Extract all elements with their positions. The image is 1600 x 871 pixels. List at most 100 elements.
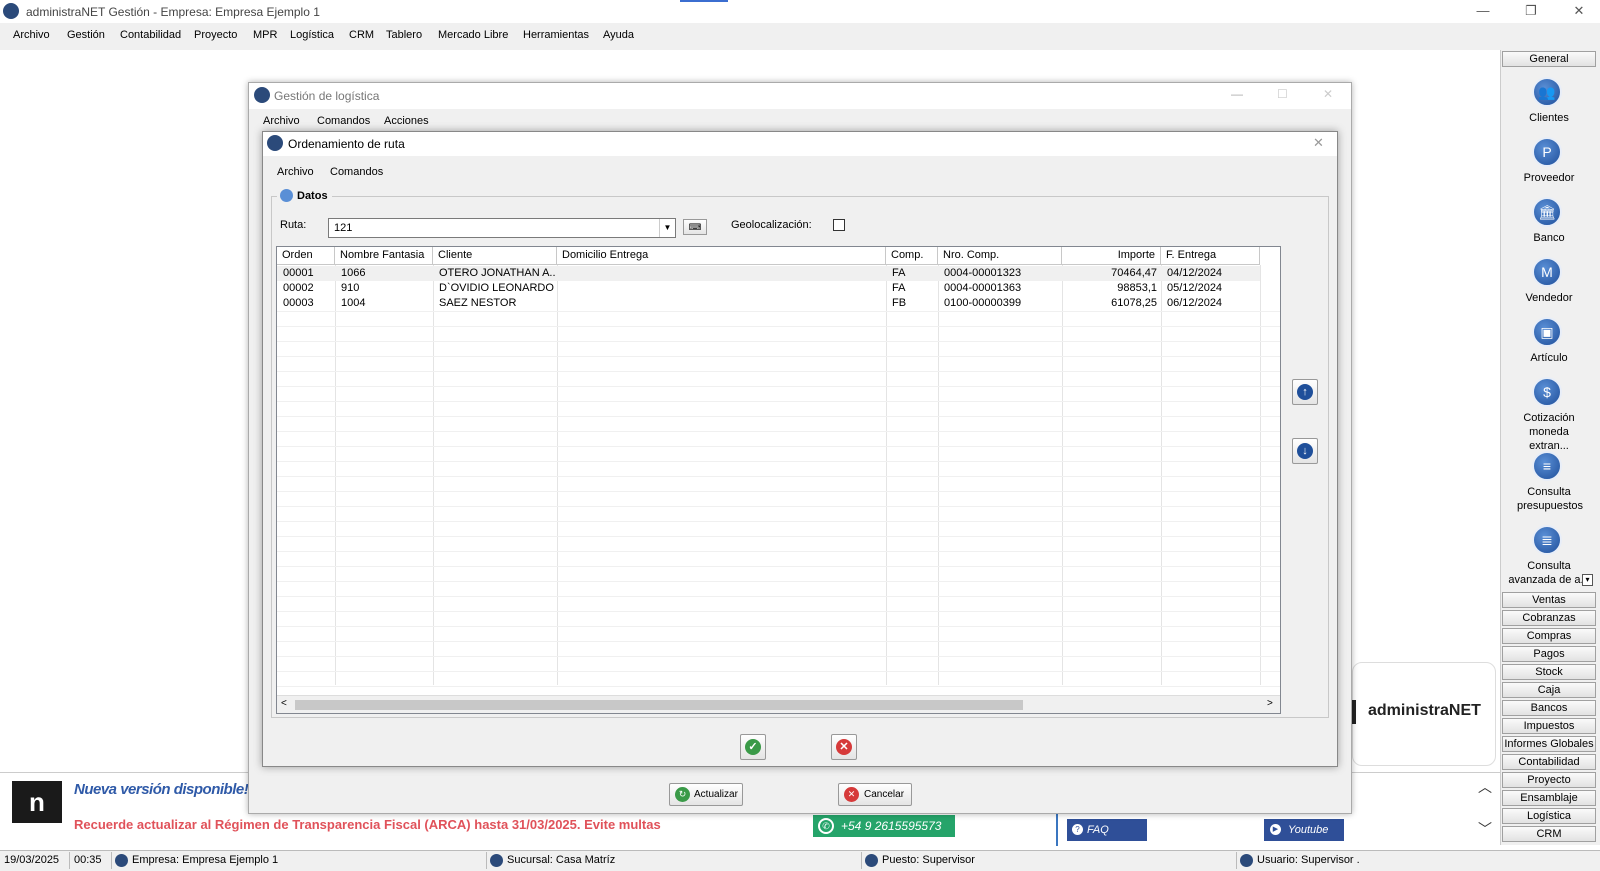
menu-tablero[interactable]: Tablero [386, 29, 422, 41]
sidebar-section-pagos[interactable]: Pagos [1502, 646, 1596, 662]
col-header-cliente[interactable]: Cliente [433, 247, 557, 265]
dialog-title-bar: Ordenamiento de ruta ✕ [263, 132, 1337, 156]
col-header-nro-comp[interactable]: Nro. Comp. [938, 247, 1062, 265]
menu-gestion[interactable]: Gestión [67, 29, 105, 41]
sidebar-section-logistica[interactable]: Logística [1502, 808, 1596, 824]
menu-logistica[interactable]: Logística [290, 29, 334, 41]
sidebar-item-banco[interactable]: Banco [1503, 231, 1595, 245]
sidebar-scroll-down-icon[interactable]: ▾ [1582, 574, 1593, 586]
cell-nro-comp: 0004-00001323 [944, 267, 1022, 279]
dialog-menu-archivo[interactable]: Archivo [277, 166, 314, 178]
row-gridline [277, 641, 1280, 642]
move-down-button[interactable]: ↓ [1292, 438, 1318, 464]
logistics-menu-acciones[interactable]: Acciones [384, 115, 429, 127]
scroll-left-icon[interactable]: < [281, 698, 287, 709]
menu-archivo[interactable]: Archivo [13, 29, 50, 41]
logistics-menu-comandos[interactable]: Comandos [317, 115, 370, 127]
sidebar-item-clientes[interactable]: Clientes [1503, 111, 1595, 125]
logistics-menu-archivo[interactable]: Archivo [263, 115, 300, 127]
chevron-down-icon[interactable]: ▼ [659, 219, 675, 237]
geolocation-checkbox[interactable] [833, 219, 845, 231]
main-menu-bar: Archivo Gestión Contabilidad Proyecto MP… [0, 23, 1600, 50]
status-empresa-label: Empresa: Empresa Ejemplo 1 [132, 854, 279, 866]
keyboard-icon[interactable]: ⌨ [683, 219, 707, 235]
logistics-title-bar: Gestión de logística — ☐ ✕ [249, 83, 1351, 109]
sidebar-section-informes-globales[interactable]: Informes Globales [1502, 736, 1596, 752]
menu-crm[interactable]: CRM [349, 29, 374, 41]
app-title-bar: administraNET Gestión - Empresa: Empresa… [0, 0, 1600, 23]
sidebar-section-crm[interactable]: CRM [1502, 826, 1596, 842]
row-gridline [277, 476, 1280, 477]
ruta-value: 121 [334, 222, 353, 234]
sidebar-section-contabilidad[interactable]: Contabilidad [1502, 754, 1596, 770]
sidebar-section-caja[interactable]: Caja [1502, 682, 1596, 698]
dialog-close-icon[interactable]: ✕ [1313, 135, 1324, 151]
seller-icon[interactable]: M [1532, 257, 1562, 287]
minimize-icon[interactable]: — [1468, 2, 1498, 20]
sidebar-item-consulta-presupuestos[interactable]: Consulta presupuestos [1503, 485, 1595, 513]
cell-importe: 98853,1 [1117, 282, 1157, 294]
sidebar-section-bancos[interactable]: Bancos [1502, 700, 1596, 716]
sidebar-header-general[interactable]: General [1502, 51, 1596, 67]
col-header-f-entrega[interactable]: F. Entrega [1161, 247, 1260, 265]
col-header-domicilio[interactable]: Domicilio Entrega [557, 247, 886, 265]
col-header-orden[interactable]: Orden [277, 247, 335, 265]
company-icon [115, 854, 128, 867]
news-message[interactable]: Recuerde actualizar al Régimen de Transp… [74, 817, 661, 832]
sidebar-item-proveedor[interactable]: Proveedor [1503, 171, 1595, 185]
document-icon[interactable]: ≡ [1532, 451, 1562, 481]
faq-button[interactable]: ? FAQ [1067, 819, 1147, 841]
bank-icon[interactable]: 🏛 [1532, 197, 1562, 227]
menu-proyecto[interactable]: Proyecto [194, 29, 237, 41]
logistics-close-icon[interactable]: ✕ [1323, 87, 1333, 101]
menu-herramientas[interactable]: Herramientas [523, 29, 589, 41]
news-headline[interactable]: Nueva versión disponible! [74, 781, 249, 798]
document-search-icon[interactable]: ≣ [1532, 525, 1562, 555]
cancel-logistics-button[interactable]: ✕ Cancelar [838, 783, 912, 806]
close-icon[interactable]: ✕ [1564, 2, 1594, 20]
col-header-importe[interactable]: Importe [1062, 247, 1161, 265]
sidebar-section-stock[interactable]: Stock [1502, 664, 1596, 680]
youtube-button[interactable]: ▶ Youtube [1264, 819, 1344, 841]
update-button[interactable]: ↻ Actualizar [669, 783, 743, 806]
scrollbar-thumb[interactable] [295, 700, 1023, 710]
sidebar-section-ensamblaje[interactable]: Ensamblaje [1502, 790, 1596, 806]
col-header-comp[interactable]: Comp. [886, 247, 938, 265]
cell-importe: 70464,47 [1111, 267, 1157, 279]
ruta-combobox[interactable]: 121 ▼ [328, 218, 676, 238]
sidebar-section-ventas[interactable]: Ventas [1502, 592, 1596, 608]
sidebar-item-cotizacion[interactable]: Cotización moneda extran... [1503, 411, 1595, 452]
sidebar-section-compras[interactable]: Compras [1502, 628, 1596, 644]
menu-ayuda[interactable]: Ayuda [603, 29, 634, 41]
news-scroll-up-icon[interactable]: ︿ [1478, 777, 1492, 797]
dialog-menu-comandos[interactable]: Comandos [330, 166, 383, 178]
col-sep [434, 265, 558, 685]
logistics-minimize-icon[interactable]: — [1231, 87, 1243, 101]
sidebar-item-vendedor[interactable]: Vendedor [1503, 291, 1595, 305]
cancel-logistics-label: Cancelar [864, 789, 905, 800]
confirm-button[interactable]: ✓ [740, 734, 766, 760]
move-up-button[interactable]: ↑ [1292, 379, 1318, 405]
sidebar-item-articulo[interactable]: Artículo [1503, 351, 1595, 365]
menu-mpr[interactable]: MPR [253, 29, 277, 41]
logistics-maximize-icon[interactable]: ☐ [1277, 87, 1288, 101]
scroll-right-icon[interactable]: > [1267, 698, 1273, 709]
restore-icon[interactable]: ❐ [1516, 2, 1546, 20]
currency-icon[interactable]: $ [1532, 377, 1562, 407]
dialog-cancel-button[interactable]: ✕ [831, 734, 857, 760]
sidebar-section-impuestos[interactable]: Impuestos [1502, 718, 1596, 734]
clients-icon[interactable]: 👥 [1532, 77, 1562, 107]
col-header-nombre-fantasia[interactable]: Nombre Fantasia [335, 247, 433, 265]
supplier-icon[interactable]: P [1532, 137, 1562, 167]
box-icon[interactable]: ▣ [1532, 317, 1562, 347]
sidebar-section-proyecto[interactable]: Proyecto [1502, 772, 1596, 788]
datos-icon [280, 189, 293, 202]
whatsapp-button[interactable]: ✆ +54 9 2615595573 [813, 815, 955, 837]
faq-icon: ? [1072, 824, 1083, 835]
menu-contabilidad[interactable]: Contabilidad [120, 29, 181, 41]
menu-mercado-libre[interactable]: Mercado Libre [438, 29, 508, 41]
news-scroll-down-icon[interactable]: ﹀ [1478, 819, 1492, 839]
cell-orden: 00001 [283, 267, 314, 279]
horizontal-scrollbar[interactable]: < > [277, 695, 1280, 713]
sidebar-section-cobranzas[interactable]: Cobranzas [1502, 610, 1596, 626]
